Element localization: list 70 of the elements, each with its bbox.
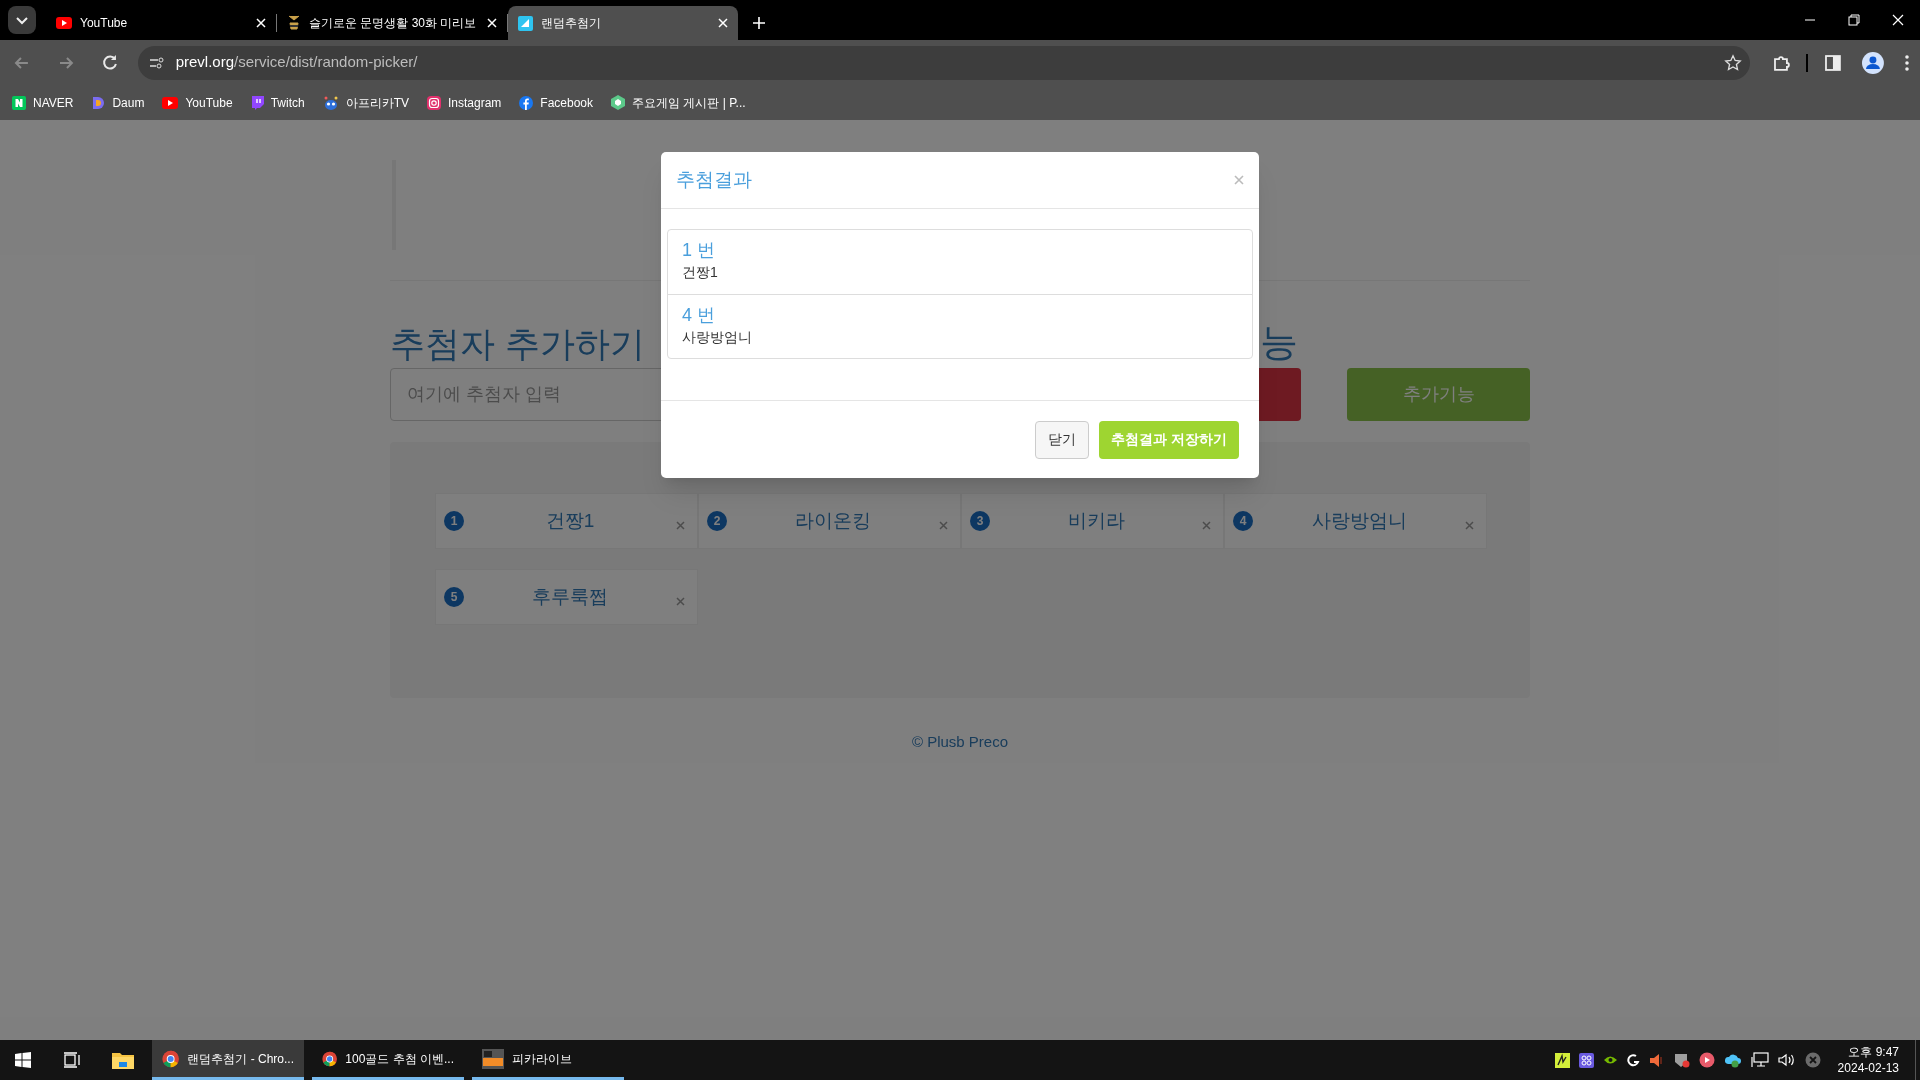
shield-icon[interactable] xyxy=(1673,1052,1690,1068)
play-icon xyxy=(56,17,72,29)
taskbar-app[interactable]: 100골드 추첨 이벤... xyxy=(312,1040,464,1080)
app-icon xyxy=(482,1048,504,1069)
facebook-icon xyxy=(519,95,534,110)
address-bar[interactable]: prevl.org/service/dist/random-picker/ xyxy=(137,45,1751,80)
browser-tab[interactable]: YouTube xyxy=(46,6,276,40)
tray-app-icon[interactable] xyxy=(1578,1052,1594,1068)
task-view-icon[interactable] xyxy=(63,1052,81,1068)
bookmark[interactable]: Instagram xyxy=(427,93,502,112)
bookmark[interactable]: YouTube xyxy=(162,93,233,112)
close-circle-icon[interactable] xyxy=(1804,1052,1821,1068)
bee-icon xyxy=(287,15,301,31)
windows-icon[interactable] xyxy=(15,1052,31,1068)
twitch-icon xyxy=(250,95,264,110)
result-name: 건짱1 xyxy=(682,263,718,282)
eye-icon[interactable] xyxy=(1602,1054,1618,1066)
result-number: 4 번 xyxy=(682,304,715,327)
section-heading: 능 xyxy=(1260,323,1298,361)
footer-text: © Plusb Preco xyxy=(911,732,1009,752)
bookmark[interactable]: Daum xyxy=(91,93,145,112)
side-panel-icon[interactable] xyxy=(1824,53,1843,72)
number-badge: 1 xyxy=(444,511,464,531)
result-number: 1 번 xyxy=(682,239,715,262)
daum-icon xyxy=(91,95,106,110)
clock-date[interactable]: 2024-02-13 xyxy=(1837,1060,1899,1076)
participant-name: 후루룩쩝 xyxy=(531,584,609,609)
close-button[interactable]: 닫기 xyxy=(1035,420,1090,459)
browser-tab[interactable]: 랜덤추첨기 xyxy=(508,6,738,40)
bookmark[interactable]: 아프리카TV xyxy=(322,93,409,112)
section-heading: 추첨자 추가하기 xyxy=(390,326,645,361)
participant-name: 비키라 xyxy=(1066,508,1126,533)
play-icon[interactable] xyxy=(1698,1052,1715,1068)
restore-icon[interactable] xyxy=(1848,14,1860,26)
taskbar-app[interactable]: 랜덤추첨기 - Chro... xyxy=(152,1040,304,1080)
tray-app-icon[interactable] xyxy=(1554,1052,1570,1068)
participant-name: 사랑방엄니 xyxy=(1310,508,1408,533)
volume-icon[interactable] xyxy=(1777,1052,1796,1068)
new-tab-icon[interactable] xyxy=(752,16,766,30)
naver-icon xyxy=(12,95,26,110)
menu-icon[interactable] xyxy=(1904,53,1910,72)
hexagon-icon xyxy=(611,95,626,110)
play-icon xyxy=(162,96,179,109)
number-badge: 2 xyxy=(707,511,727,531)
folder-icon[interactable] xyxy=(111,1050,135,1070)
mascot-icon xyxy=(322,95,339,110)
tray-app-icon[interactable] xyxy=(1626,1053,1640,1067)
app-icon xyxy=(518,15,533,31)
number-badge: 4 xyxy=(1233,511,1253,531)
network-icon[interactable] xyxy=(1750,1052,1769,1068)
star-icon[interactable] xyxy=(1724,53,1743,72)
url-text: prevl.org/service/dist/random-picker/ xyxy=(175,52,418,73)
speaker-icon[interactable] xyxy=(1648,1052,1665,1068)
participant-name: 라이온킹 xyxy=(794,508,872,533)
browser-tab[interactable]: 슬기로운 문명생활 30화 미리보 xyxy=(277,6,507,40)
dialog-title: 추첨결과 xyxy=(676,167,752,192)
number-badge: 3 xyxy=(970,511,990,531)
cloud-icon[interactable] xyxy=(1723,1052,1742,1068)
taskbar-app[interactable]: 피카라이브 xyxy=(472,1040,624,1080)
result-name: 사랑방엄니 xyxy=(682,328,752,347)
participant-name: 건짱1 xyxy=(544,508,596,533)
bookmark[interactable]: Twitch xyxy=(250,93,305,112)
camera-icon xyxy=(427,95,441,110)
profile-icon[interactable] xyxy=(1862,51,1885,74)
bookmark[interactable]: NAVER xyxy=(12,93,74,112)
clock-time[interactable]: 오후 9:47 xyxy=(1848,1044,1899,1060)
bookmark[interactable]: 주요게임 게시판 | P... xyxy=(611,93,746,112)
tab-search-icon[interactable] xyxy=(8,6,36,34)
bookmark[interactable]: Facebook xyxy=(519,93,594,112)
number-badge: 5 xyxy=(444,587,464,607)
